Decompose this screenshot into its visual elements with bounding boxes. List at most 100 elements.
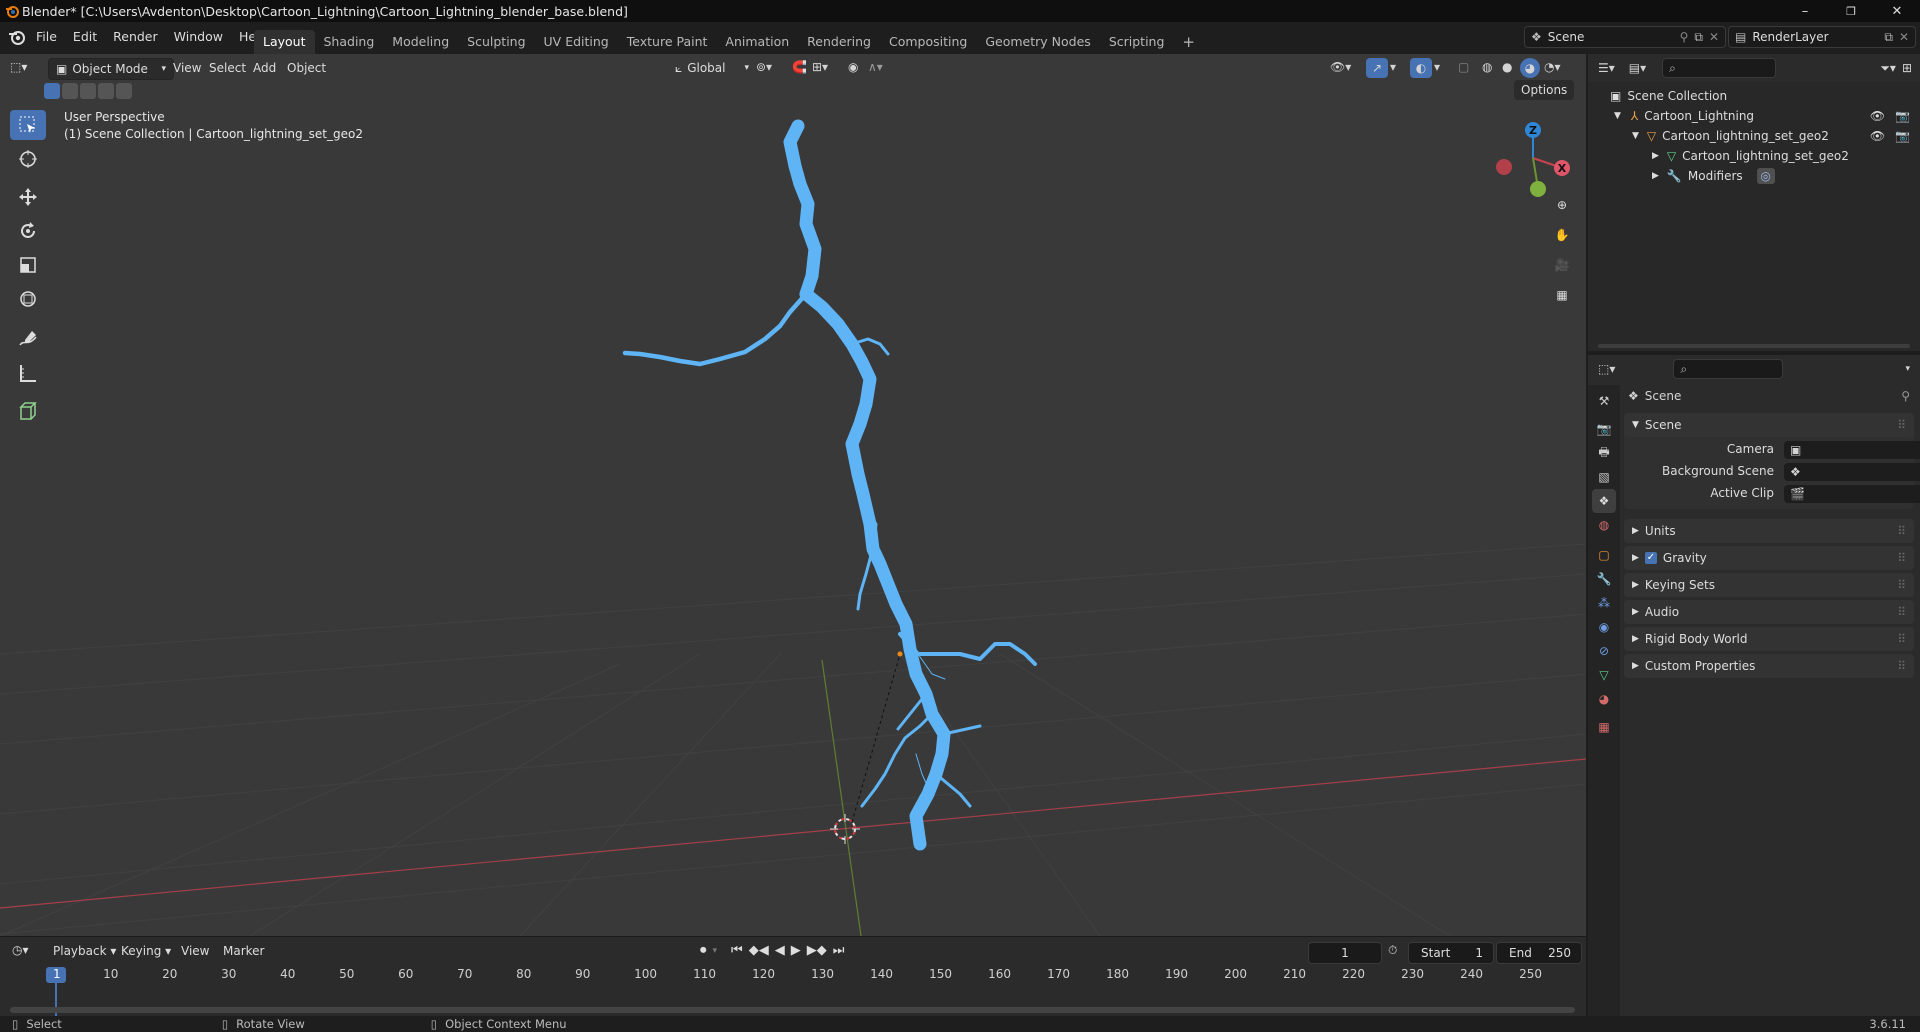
maximize-button[interactable]: ❐ xyxy=(1828,0,1874,22)
3d-viewport[interactable]: ⬚▾ ▣ Object Mode ▾ View Select Add Objec… xyxy=(0,54,1586,936)
eye-icon[interactable]: 👁 xyxy=(1870,109,1885,123)
end-frame-field[interactable]: End 250 xyxy=(1496,942,1582,964)
outliner-row-lightning-mesh-data[interactable]: ▶ ▽ Cartoon_lightning_set_geo2 xyxy=(1588,146,1920,166)
gravity-panel-header[interactable]: ▶ ✓ Gravity ⠿ xyxy=(1624,546,1914,570)
tab-scripting[interactable]: Scripting xyxy=(1100,30,1174,54)
play-icon[interactable]: ▶ xyxy=(791,943,801,958)
drag-handle-icon[interactable]: ⠿ xyxy=(1897,659,1906,673)
tab-render[interactable]: 📷 xyxy=(1592,417,1616,441)
chevron-down-icon[interactable]: ▾ xyxy=(1905,364,1910,374)
overlay-toggle-icon[interactable]: ◐ xyxy=(1410,58,1432,78)
editor-type-icon[interactable]: ⬚▾ xyxy=(10,60,27,74)
menu-object[interactable]: Object xyxy=(280,58,333,78)
next-keyframe-icon[interactable]: ▶◆ xyxy=(807,943,827,958)
new-view-layer-icon[interactable]: ⧉ xyxy=(1884,30,1893,45)
expand-arrow-icon[interactable]: ▼ xyxy=(1614,111,1621,121)
display-mode-icon[interactable]: ▤▾ xyxy=(1629,61,1646,75)
zoom-button[interactable]: ⊕ xyxy=(1549,192,1575,218)
camera-view-button[interactable]: 🎥 xyxy=(1549,252,1575,278)
drag-handle-icon[interactable]: ⠿ xyxy=(1897,524,1906,538)
tab-output[interactable]: 🖶 xyxy=(1592,441,1616,465)
overlay-dropdown-icon[interactable]: ▾ xyxy=(1434,60,1440,74)
expand-arrow-icon[interactable]: ▼ xyxy=(1632,131,1639,141)
falloff-icon[interactable]: ∧▾ xyxy=(868,60,883,74)
gravity-checkbox[interactable]: ✓ xyxy=(1644,552,1657,564)
tab-layout[interactable]: Layout xyxy=(254,30,315,54)
properties-editor-type-icon[interactable]: ⬚▾ xyxy=(1598,362,1615,376)
outliner-row-lightning-geo-object[interactable]: ▼ ▽ Cartoon_lightning_set_geo2 👁 📷 xyxy=(1588,126,1920,146)
tab-tool[interactable]: ⚒ xyxy=(1592,389,1616,413)
scale-tool[interactable] xyxy=(10,250,46,280)
new-scene-icon[interactable]: ⧉ xyxy=(1694,30,1703,45)
current-frame-field[interactable]: 1 xyxy=(1308,942,1382,964)
tab-animation[interactable]: Animation xyxy=(716,30,798,54)
measure-tool[interactable] xyxy=(10,358,46,388)
keying-sets-panel-header[interactable]: ▶ Keying Sets ⠿ xyxy=(1624,573,1914,597)
start-frame-field[interactable]: Start 1 xyxy=(1408,942,1494,964)
tab-uv-editing[interactable]: UV Editing xyxy=(535,30,618,54)
camera-field[interactable]: ▣ ✎ xyxy=(1784,441,1920,459)
move-tool[interactable] xyxy=(10,182,46,212)
drag-handle-icon[interactable]: ⠿ xyxy=(1897,418,1906,432)
rigid-body-world-panel-header[interactable]: ▶ Rigid Body World ⠿ xyxy=(1624,627,1914,651)
snap-icon[interactable]: 🧲 xyxy=(792,60,807,74)
tab-rendering[interactable]: Rendering xyxy=(798,30,880,54)
drag-handle-icon[interactable]: ⠿ xyxy=(1897,605,1906,619)
tab-constraints[interactable]: ⊘ xyxy=(1592,639,1616,663)
tab-world[interactable]: ◍ xyxy=(1592,513,1616,537)
background-scene-field[interactable]: ❖ xyxy=(1784,463,1920,481)
mode-selector[interactable]: ▣ Object Mode ▾ xyxy=(48,58,174,80)
material-preview-icon[interactable]: ◕ xyxy=(1520,58,1540,78)
tab-geometry-nodes[interactable]: Geometry Nodes xyxy=(976,30,1099,54)
close-window-button[interactable]: ✕ xyxy=(1874,0,1920,22)
outliner-scrollbar[interactable] xyxy=(1598,344,1910,348)
properties-search-input[interactable]: ⌕ xyxy=(1673,359,1784,379)
jump-end-icon[interactable]: ⏭ xyxy=(833,943,845,958)
menu-keying[interactable]: Keying ▾ xyxy=(114,941,178,961)
transform-orientation[interactable]: ⟀ Global ▾ xyxy=(668,58,756,78)
annotate-tool[interactable] xyxy=(10,324,46,354)
rendered-shading-icon[interactable]: ◔▾ xyxy=(1544,60,1561,74)
tab-shading[interactable]: Shading xyxy=(315,30,384,54)
tab-scene[interactable]: ❖ xyxy=(1592,489,1616,513)
tab-physics[interactable]: ◉ xyxy=(1592,615,1616,639)
minimize-button[interactable]: – xyxy=(1782,0,1828,22)
outliner-editor-type-icon[interactable]: ☰▾ xyxy=(1598,61,1615,75)
timeline-editor-type-icon[interactable]: ◷▾ xyxy=(12,943,29,957)
cursor-tool[interactable] xyxy=(10,144,46,174)
tab-texture[interactable]: ▦ xyxy=(1592,715,1616,739)
menu-playback[interactable]: Playback ▾ xyxy=(46,941,123,961)
drag-handle-icon[interactable]: ⠿ xyxy=(1897,632,1906,646)
render-camera-icon[interactable]: 📷 xyxy=(1895,129,1910,143)
pan-button[interactable]: ✋ xyxy=(1549,222,1575,248)
render-camera-icon[interactable]: 📷 xyxy=(1895,109,1910,123)
play-reverse-icon[interactable]: ◀ xyxy=(775,943,785,958)
new-collection-icon[interactable]: ⊞ xyxy=(1902,61,1912,75)
select-extend-icon[interactable] xyxy=(62,83,78,99)
tab-data[interactable]: ▽ xyxy=(1592,663,1616,687)
remove-scene-icon[interactable]: ✕ xyxy=(1709,30,1719,44)
wireframe-shading-icon[interactable]: ◍ xyxy=(1482,60,1492,74)
record-dropdown-icon[interactable]: ▾ xyxy=(713,946,718,956)
tab-object[interactable]: ▢ xyxy=(1592,543,1616,567)
pin-icon[interactable]: ⚲ xyxy=(1901,389,1910,403)
menu-timeline-view[interactable]: View xyxy=(174,941,216,961)
custom-properties-panel-header[interactable]: ▶ Custom Properties ⠿ xyxy=(1624,654,1914,678)
outliner-search-input[interactable]: ⌕ xyxy=(1662,58,1777,78)
snap-target-icon[interactable]: ⊞▾ xyxy=(812,60,828,74)
menu-add[interactable]: Add xyxy=(246,58,283,78)
proportional-edit-icon[interactable]: ◉ xyxy=(848,60,858,74)
visibility-icon[interactable]: 👁▾ xyxy=(1330,60,1351,74)
pin-icon[interactable]: ⚲ xyxy=(1680,30,1689,44)
blender-menu-icon[interactable] xyxy=(8,28,26,49)
tab-modeling[interactable]: Modeling xyxy=(383,30,458,54)
view-layer-selector[interactable]: ▤ RenderLayer ⧉ ✕ xyxy=(1728,26,1916,48)
drag-handle-icon[interactable]: ⠿ xyxy=(1897,551,1906,565)
units-panel-header[interactable]: ▶ Units ⠿ xyxy=(1624,519,1914,543)
tab-modifiers[interactable]: 🔧 xyxy=(1592,567,1616,591)
timeline-scrollbar[interactable] xyxy=(10,1007,1575,1013)
scene-selector[interactable]: ❖ Scene ⚲ ⧉ ✕ xyxy=(1524,26,1726,48)
filter-icon[interactable]: ⏷▾ xyxy=(1880,61,1896,76)
transform-tool[interactable] xyxy=(10,284,46,314)
audio-panel-header[interactable]: ▶ Audio ⠿ xyxy=(1624,600,1914,624)
